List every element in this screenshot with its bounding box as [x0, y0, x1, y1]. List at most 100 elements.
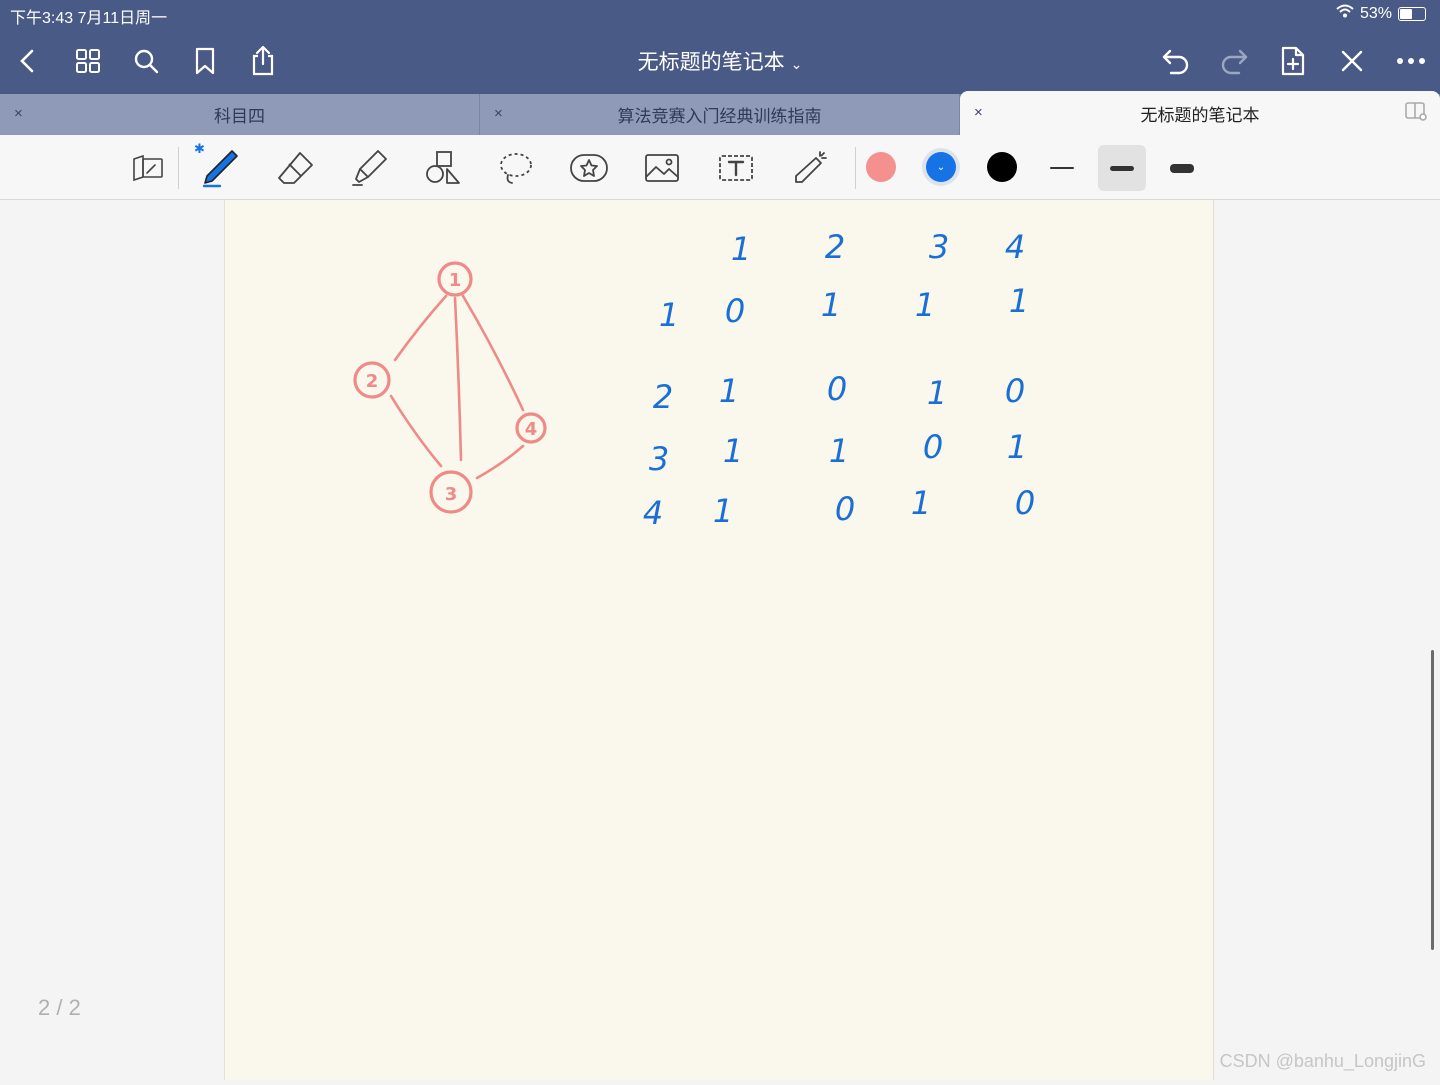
text-box-icon: [719, 155, 753, 181]
matrix-col-header: 3: [929, 228, 949, 266]
matrix-cell: 1: [723, 432, 743, 470]
battery-icon: [1398, 6, 1426, 21]
toolbar-divider: [855, 147, 856, 189]
tool-elements[interactable]: [565, 145, 613, 191]
canvas-area[interactable]: 1 2 3 4 1 2 3 4 1 0 1 1 1 2 1 0 1 0 3 1 …: [0, 200, 1440, 1080]
tab-algorithm-guide[interactable]: × 算法竞赛入门经典训练指南: [480, 94, 960, 135]
eraser-icon: [278, 152, 313, 184]
battery-percent: 53%: [1359, 4, 1392, 22]
more-icon: [1397, 58, 1425, 64]
bluetooth-icon: ✱: [194, 141, 205, 156]
highlighter-icon: [352, 150, 387, 186]
watermark: CSDN @banhu_LongjinG: [1219, 1051, 1426, 1071]
pen-mode-button[interactable]: [1332, 41, 1372, 81]
read-mode-icon: [133, 154, 163, 182]
close-icon[interactable]: ×: [14, 105, 23, 122]
tab-label: 科目四: [214, 107, 265, 126]
undo-button[interactable]: [1156, 41, 1196, 81]
add-page-button[interactable]: [1273, 41, 1313, 81]
toolbar-divider: [178, 147, 179, 189]
tab-bar: × 科目四 × 算法竞赛入门经典训练指南 × 无标题的笔记本: [0, 91, 1440, 135]
lasso-icon: [500, 153, 532, 184]
matrix-row-label: 4: [643, 494, 663, 532]
tool-eraser[interactable]: [272, 145, 320, 191]
matrix-row-label: 1: [659, 296, 679, 334]
tab-label: 无标题的笔记本: [1140, 105, 1260, 125]
image-icon: [645, 154, 679, 182]
page-indicator: 2 / 2: [38, 995, 81, 1020]
status-bar: 下午3:43 7月11日周一 53%: [0, 0, 1440, 28]
graph-node-label: 4: [525, 419, 538, 440]
undo-icon: [1162, 49, 1189, 75]
matrix-cell: 1: [911, 484, 931, 522]
close-icon[interactable]: ×: [494, 105, 503, 122]
matrix-col-header: 4: [1005, 228, 1025, 266]
matrix-cell: 1: [829, 432, 849, 470]
graph-edge: [393, 294, 448, 362]
color-swatch-blue[interactable]: ⌄: [926, 152, 956, 182]
matrix-cell: 0: [1015, 484, 1035, 522]
graph-edge: [461, 294, 525, 412]
tab-label: 算法竞赛入门经典训练指南: [617, 107, 822, 126]
matrix-cell: 0: [835, 490, 855, 528]
matrix-cell: 0: [1005, 372, 1025, 410]
tab-untitled-notebook[interactable]: × 无标题的笔记本: [960, 91, 1440, 135]
handwriting-layer: 1 2 3 4 1 2 3 4 1 0 1 1 1 2 1 0 1 0 3 1 …: [353, 228, 1035, 532]
matrix-cell: 1: [1007, 428, 1027, 466]
matrix-cell: 1: [915, 286, 935, 324]
laser-pointer-icon: [795, 151, 827, 183]
adjacency-matrix: 1 2 3 4 1 0 1 1 1 2 1 0 1 0 3 1 1 0 1 4: [643, 228, 1035, 532]
graph-edge: [389, 394, 443, 468]
pen-cross-icon: [1341, 50, 1363, 72]
tool-lasso[interactable]: [492, 145, 540, 191]
star-sticker-icon: [570, 154, 608, 182]
shapes-icon: [426, 151, 460, 184]
graph-node-label: 3: [445, 484, 458, 505]
tool-laser[interactable]: [786, 145, 834, 191]
redo-icon: [1221, 49, 1248, 75]
matrix-col-header: 1: [731, 230, 751, 268]
graph-node-label: 1: [449, 270, 462, 291]
scrollbar[interactable]: [1431, 650, 1434, 950]
chevron-down-icon: ⌄: [936, 161, 946, 173]
tool-pen[interactable]: ✱: [194, 141, 244, 191]
stroke-thin[interactable]: [1038, 145, 1086, 191]
note-page[interactable]: 1 2 3 4 1 2 3 4 1 0 1 1 1 2 1 0 1 0 3 1 …: [224, 200, 1214, 1080]
matrix-cell: 0: [923, 428, 943, 466]
tool-shapes[interactable]: [419, 145, 467, 191]
matrix-cell: 1: [719, 372, 739, 410]
split-view-icon[interactable]: [1404, 100, 1428, 127]
tool-image[interactable]: [638, 145, 686, 191]
tool-read-mode[interactable]: [124, 145, 172, 191]
add-page-icon: [1281, 46, 1305, 76]
color-swatch-black[interactable]: [987, 152, 1017, 182]
color-swatch-pink[interactable]: [866, 152, 896, 182]
tool-highlighter[interactable]: [346, 145, 394, 191]
stroke-thick[interactable]: [1158, 145, 1206, 191]
graph-node-label: 2: [366, 371, 379, 392]
matrix-cell: 1: [927, 374, 947, 412]
matrix-row-label: 3: [649, 440, 669, 478]
tool-text[interactable]: [712, 145, 760, 191]
pen-toolbar: ✱ ⌄: [0, 135, 1440, 200]
graph-edges: [389, 294, 525, 480]
tab-kemu4[interactable]: × 科目四: [0, 94, 480, 135]
matrix-cell: 0: [725, 292, 745, 330]
close-icon[interactable]: ×: [974, 104, 983, 121]
matrix-cell: 0: [827, 370, 847, 408]
status-right: 53%: [1336, 4, 1426, 23]
matrix-row-label: 2: [653, 378, 673, 416]
graph-edge: [475, 444, 525, 480]
chevron-down-icon: ⌄: [790, 56, 803, 72]
wifi-icon: [1336, 4, 1354, 23]
matrix-cell: 1: [1009, 282, 1029, 320]
more-button[interactable]: [1391, 41, 1431, 81]
matrix-cell: 1: [713, 492, 733, 530]
matrix-cell: 1: [821, 286, 841, 324]
matrix-col-header: 2: [825, 228, 845, 266]
stroke-medium[interactable]: [1098, 145, 1146, 191]
graph-edge: [453, 296, 463, 462]
nav-bar: 无标题的笔记本 ⌄: [0, 28, 1440, 94]
redo-button[interactable]: [1214, 41, 1254, 81]
status-time-date: 下午3:43 7月11日周一: [10, 10, 168, 27]
